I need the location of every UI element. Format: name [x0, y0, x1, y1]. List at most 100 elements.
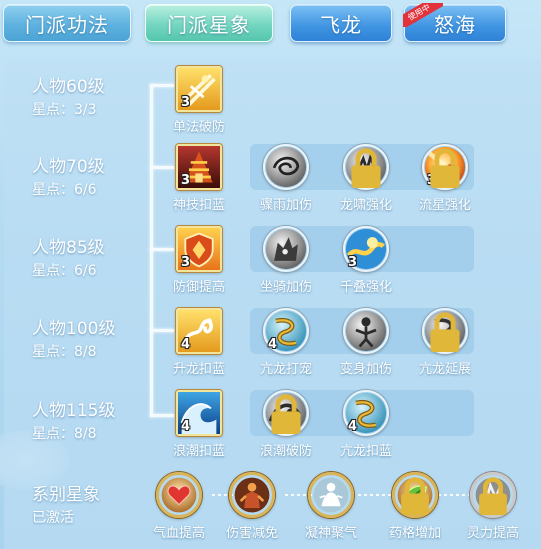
talent-node-divine-drain[interactable]: 3 神技扣蓝: [164, 144, 234, 220]
node-label: 药格增加: [388, 526, 441, 541]
talent-node-dragon-roar[interactable]: 龙啸强化: [331, 144, 401, 220]
talent-node-defense-up[interactable]: 3 防御提高: [164, 226, 234, 302]
row-stars: 星点：3/3: [32, 102, 97, 118]
node-label: 龙啸强化: [339, 198, 392, 213]
lock-icon: [351, 148, 381, 188]
talent-node-tide-drain[interactable]: 4 浪潮扣蓝: [164, 390, 234, 466]
swirl-storm-icon: [263, 144, 309, 190]
row-title: 人物100级: [32, 319, 116, 339]
constellation-node-spirit-up[interactable]: 灵力提高: [458, 472, 528, 548]
node-level: 3: [181, 255, 191, 270]
constellation-node-damage-reduce[interactable]: 伤害减免: [217, 472, 287, 548]
tab-label: 门派功法: [25, 12, 109, 37]
node-label: 防御提高: [172, 280, 225, 295]
spirit-rune-icon: [470, 472, 516, 518]
dragon-claw-icon: [343, 144, 389, 190]
wave-surge-icon: 3: [343, 226, 389, 272]
node-label: 亢龙打宠: [259, 362, 312, 377]
row-label-level-115: 人物115级 星点：8/8: [32, 400, 152, 443]
talent-node-rain-damage[interactable]: 骤雨加伤: [251, 144, 321, 220]
row-label-level-85: 人物85级 星点：6/6: [32, 237, 152, 280]
node-level: 4: [268, 337, 278, 352]
mount-beast-icon: [263, 226, 309, 272]
rising-dragon-icon: 4: [176, 308, 222, 354]
node-label: 升龙扣蓝: [172, 362, 225, 377]
node-level: 4: [348, 419, 358, 434]
node-level: 3: [181, 173, 191, 188]
row-label-level-60: 人物60级 星点：3/3: [32, 76, 152, 119]
talent-node-dragon-extend[interactable]: 亢龙延展: [410, 308, 480, 384]
node-label: 千叠强化: [339, 280, 392, 295]
row-stars: 星点：8/8: [32, 344, 97, 360]
wave-break-icon: [263, 390, 309, 436]
talent-node-rising-dragon-drain[interactable]: 4 升龙扣蓝: [164, 308, 234, 384]
talent-node-dragon-drain[interactable]: 4 亢龙扣蓝: [331, 390, 401, 466]
row-label-level-70: 人物70级 星点：6/6: [32, 156, 152, 199]
heart-icon: [156, 472, 202, 518]
node-label: 浪潮扣蓝: [172, 444, 225, 459]
talent-node-dragon-strike-pet[interactable]: 4 亢龙打宠: [251, 308, 321, 384]
row-label-level-100: 人物100级 星点：8/8: [32, 318, 152, 361]
row-stars: 星点：6/6: [32, 263, 97, 279]
node-level: 4: [181, 337, 191, 352]
talent-node-tide-break[interactable]: 浪潮破防: [251, 390, 321, 466]
row-stars: 星点：8/8: [32, 426, 97, 442]
node-label: 亢龙延展: [418, 362, 471, 377]
row-title: 人物85级: [32, 238, 105, 258]
tab-sect-constellation[interactable]: 门派星象: [145, 4, 273, 42]
shield-icon: 3: [176, 226, 222, 272]
lock-icon: [430, 312, 460, 352]
lock-icon: [401, 477, 429, 515]
row-title: 系别星象: [32, 485, 100, 505]
guardian-figure-icon: [229, 472, 275, 518]
row-title: 人物70级: [32, 157, 105, 177]
grey-dragon-icon: [422, 308, 468, 354]
row-stars: 已激活: [32, 510, 74, 526]
meditating-figure-icon: [308, 472, 354, 518]
constellation-node-hp-up[interactable]: 气血提高: [144, 472, 214, 548]
talent-node-meteor-boost[interactable]: 3 流星强化: [410, 144, 480, 220]
tab-angry-sea[interactable]: 使用中 怒海: [403, 3, 506, 42]
node-label: 坐骑加伤: [259, 280, 312, 295]
row-stars: 星点：6/6: [32, 182, 97, 198]
node-level: 3: [348, 255, 358, 270]
node-label: 骤雨加伤: [259, 198, 312, 213]
node-label: 单法破防: [172, 120, 225, 135]
dragon-coil-icon: 4: [343, 390, 389, 436]
node-label: 变身加伤: [339, 362, 392, 377]
constellation-node-potion-slot[interactable]: 药格增加: [380, 472, 450, 548]
talent-node-mount-damage[interactable]: 坐骑加伤: [251, 226, 321, 302]
herb-leaf-icon: [392, 472, 438, 518]
node-label: 气血提高: [152, 526, 205, 541]
crossed-blades-icon: 3: [176, 66, 222, 112]
talent-node-single-magic-break[interactable]: 3 单法破防: [164, 66, 234, 142]
node-level: 3: [181, 95, 191, 110]
node-label: 灵力提高: [466, 526, 519, 541]
talent-node-thousand-layer-boost[interactable]: 3 千叠强化: [331, 226, 401, 302]
row-label-school-constellation: 系别星象 已激活: [32, 484, 152, 527]
in-use-badge: 使用中: [403, 3, 443, 27]
transform-figure-icon: [343, 308, 389, 354]
tab-label: 门派星象: [167, 12, 251, 37]
tab-sect-skills[interactable]: 门派功法: [3, 4, 131, 42]
fiery-pagoda-icon: 3: [176, 144, 222, 190]
lock-icon: [479, 477, 507, 515]
lock-icon: [430, 148, 460, 188]
lock-icon: [271, 394, 301, 434]
meteor-icon: 3: [422, 144, 468, 190]
talent-node-transform-damage[interactable]: 变身加伤: [331, 308, 401, 384]
node-label: 流星强化: [418, 198, 471, 213]
tab-flying-dragon[interactable]: 飞龙: [290, 4, 392, 42]
node-label: 神技扣蓝: [172, 198, 225, 213]
constellation-node-focus-gather[interactable]: 凝神聚气: [296, 472, 366, 548]
node-label: 浪潮破防: [259, 444, 312, 459]
row-title: 人物115级: [32, 401, 116, 421]
node-label: 伤害减免: [225, 526, 278, 541]
row-title: 人物60级: [32, 77, 105, 97]
coiled-dragon-icon: 4: [263, 308, 309, 354]
tab-label: 飞龙: [320, 12, 362, 37]
badge-text: 使用中: [403, 3, 443, 27]
node-label: 亢龙扣蓝: [339, 444, 392, 459]
node-level: 4: [181, 419, 191, 434]
node-label: 凝神聚气: [304, 526, 357, 541]
